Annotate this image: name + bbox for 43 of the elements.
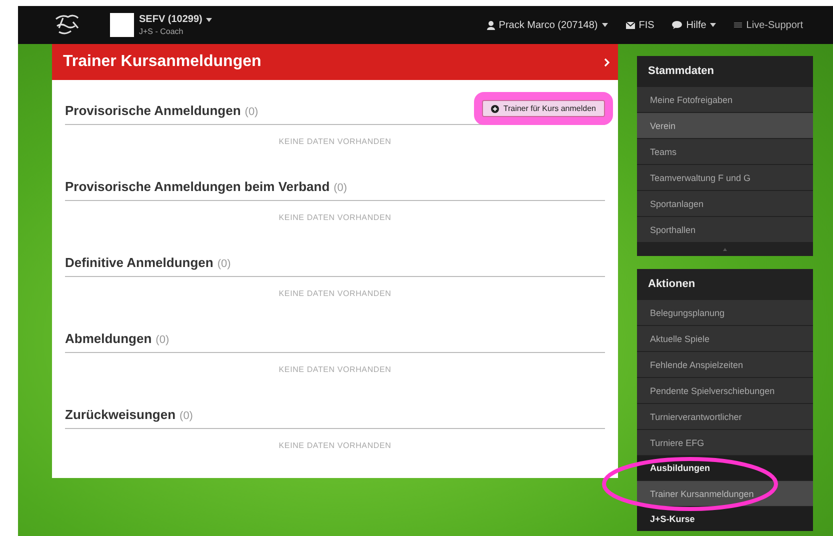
speech-bubble-icon: [672, 21, 682, 29]
sidebar-item[interactable]: Teams: [637, 138, 813, 164]
lines-icon: [734, 22, 742, 28]
empty-state-text: KEINE DATEN VORHANDEN: [278, 212, 392, 224]
nav-link[interactable]: FIS: [626, 20, 654, 30]
caret-icon: [602, 23, 608, 27]
sidebar-item[interactable]: Aktuelle Spiele: [637, 325, 813, 351]
panel-title: Trainer Kursanmeldungen: [63, 53, 262, 71]
sidebar-panel-title: Stammdaten: [637, 56, 813, 86]
sidebar-panel-title: Aktionen: [637, 269, 813, 299]
section-title: Abmeldungen (0): [65, 331, 170, 346]
plus-circle-icon: [491, 104, 500, 112]
mail-icon: [626, 22, 635, 28]
sidebar-item[interactable]: Trainer Kursanmeldungen: [637, 480, 813, 506]
chevron-right-icon[interactable]: [604, 58, 610, 66]
section-title: Zurückweisungen (0): [65, 407, 193, 422]
sidebar-group-header: J+S-Kurse: [637, 506, 813, 531]
empty-state-text: KEINE DATEN VORHANDEN: [278, 364, 392, 376]
user-icon: [486, 20, 495, 30]
sidebar-item[interactable]: Belegungsplanung: [637, 299, 813, 325]
sidebar-item[interactable]: Sportanlagen: [637, 190, 813, 216]
sidebar-item[interactable]: Turnierverantwortlicher: [637, 403, 813, 429]
sidebar-item[interactable]: Turniere EFG: [637, 429, 813, 455]
sidebar-item[interactable]: Fehlende Anspielzeiten: [637, 351, 813, 377]
sidebar-item[interactable]: Pendente Spielverschiebungen: [637, 377, 813, 403]
chevron-up-icon: [723, 248, 727, 250]
empty-state-text: KEINE DATEN VORHANDEN: [278, 136, 392, 148]
caret-icon: [206, 18, 212, 22]
section-title: Provisorische Anmeldungen (0): [65, 103, 258, 118]
user-menu[interactable]: Prack Marco (207148): [486, 20, 608, 30]
sidebar-item[interactable]: Sporthallen: [637, 216, 813, 242]
nav-link[interactable]: Hilfe: [672, 20, 716, 30]
section-title: Definitive Anmeldungen (0): [65, 255, 231, 270]
sidebar-item[interactable]: Meine Fotofreigaben: [637, 86, 813, 112]
org-role: J+S - Coach: [139, 27, 184, 36]
empty-state-text: KEINE DATEN VORHANDEN: [278, 288, 392, 300]
sidebar-item[interactable]: Teamverwaltung F und G: [637, 164, 813, 190]
org-selector[interactable]: SEFV (10299): [139, 14, 212, 25]
section-title: Provisorische Anmeldungen beim Verband (0): [65, 179, 348, 194]
empty-state-text: KEINE DATEN VORHANDEN: [278, 440, 392, 452]
nav-link[interactable]: Live-Support: [734, 20, 803, 30]
sidebar-item[interactable]: Verein: [637, 112, 813, 138]
collapse-toggle[interactable]: [637, 242, 813, 256]
